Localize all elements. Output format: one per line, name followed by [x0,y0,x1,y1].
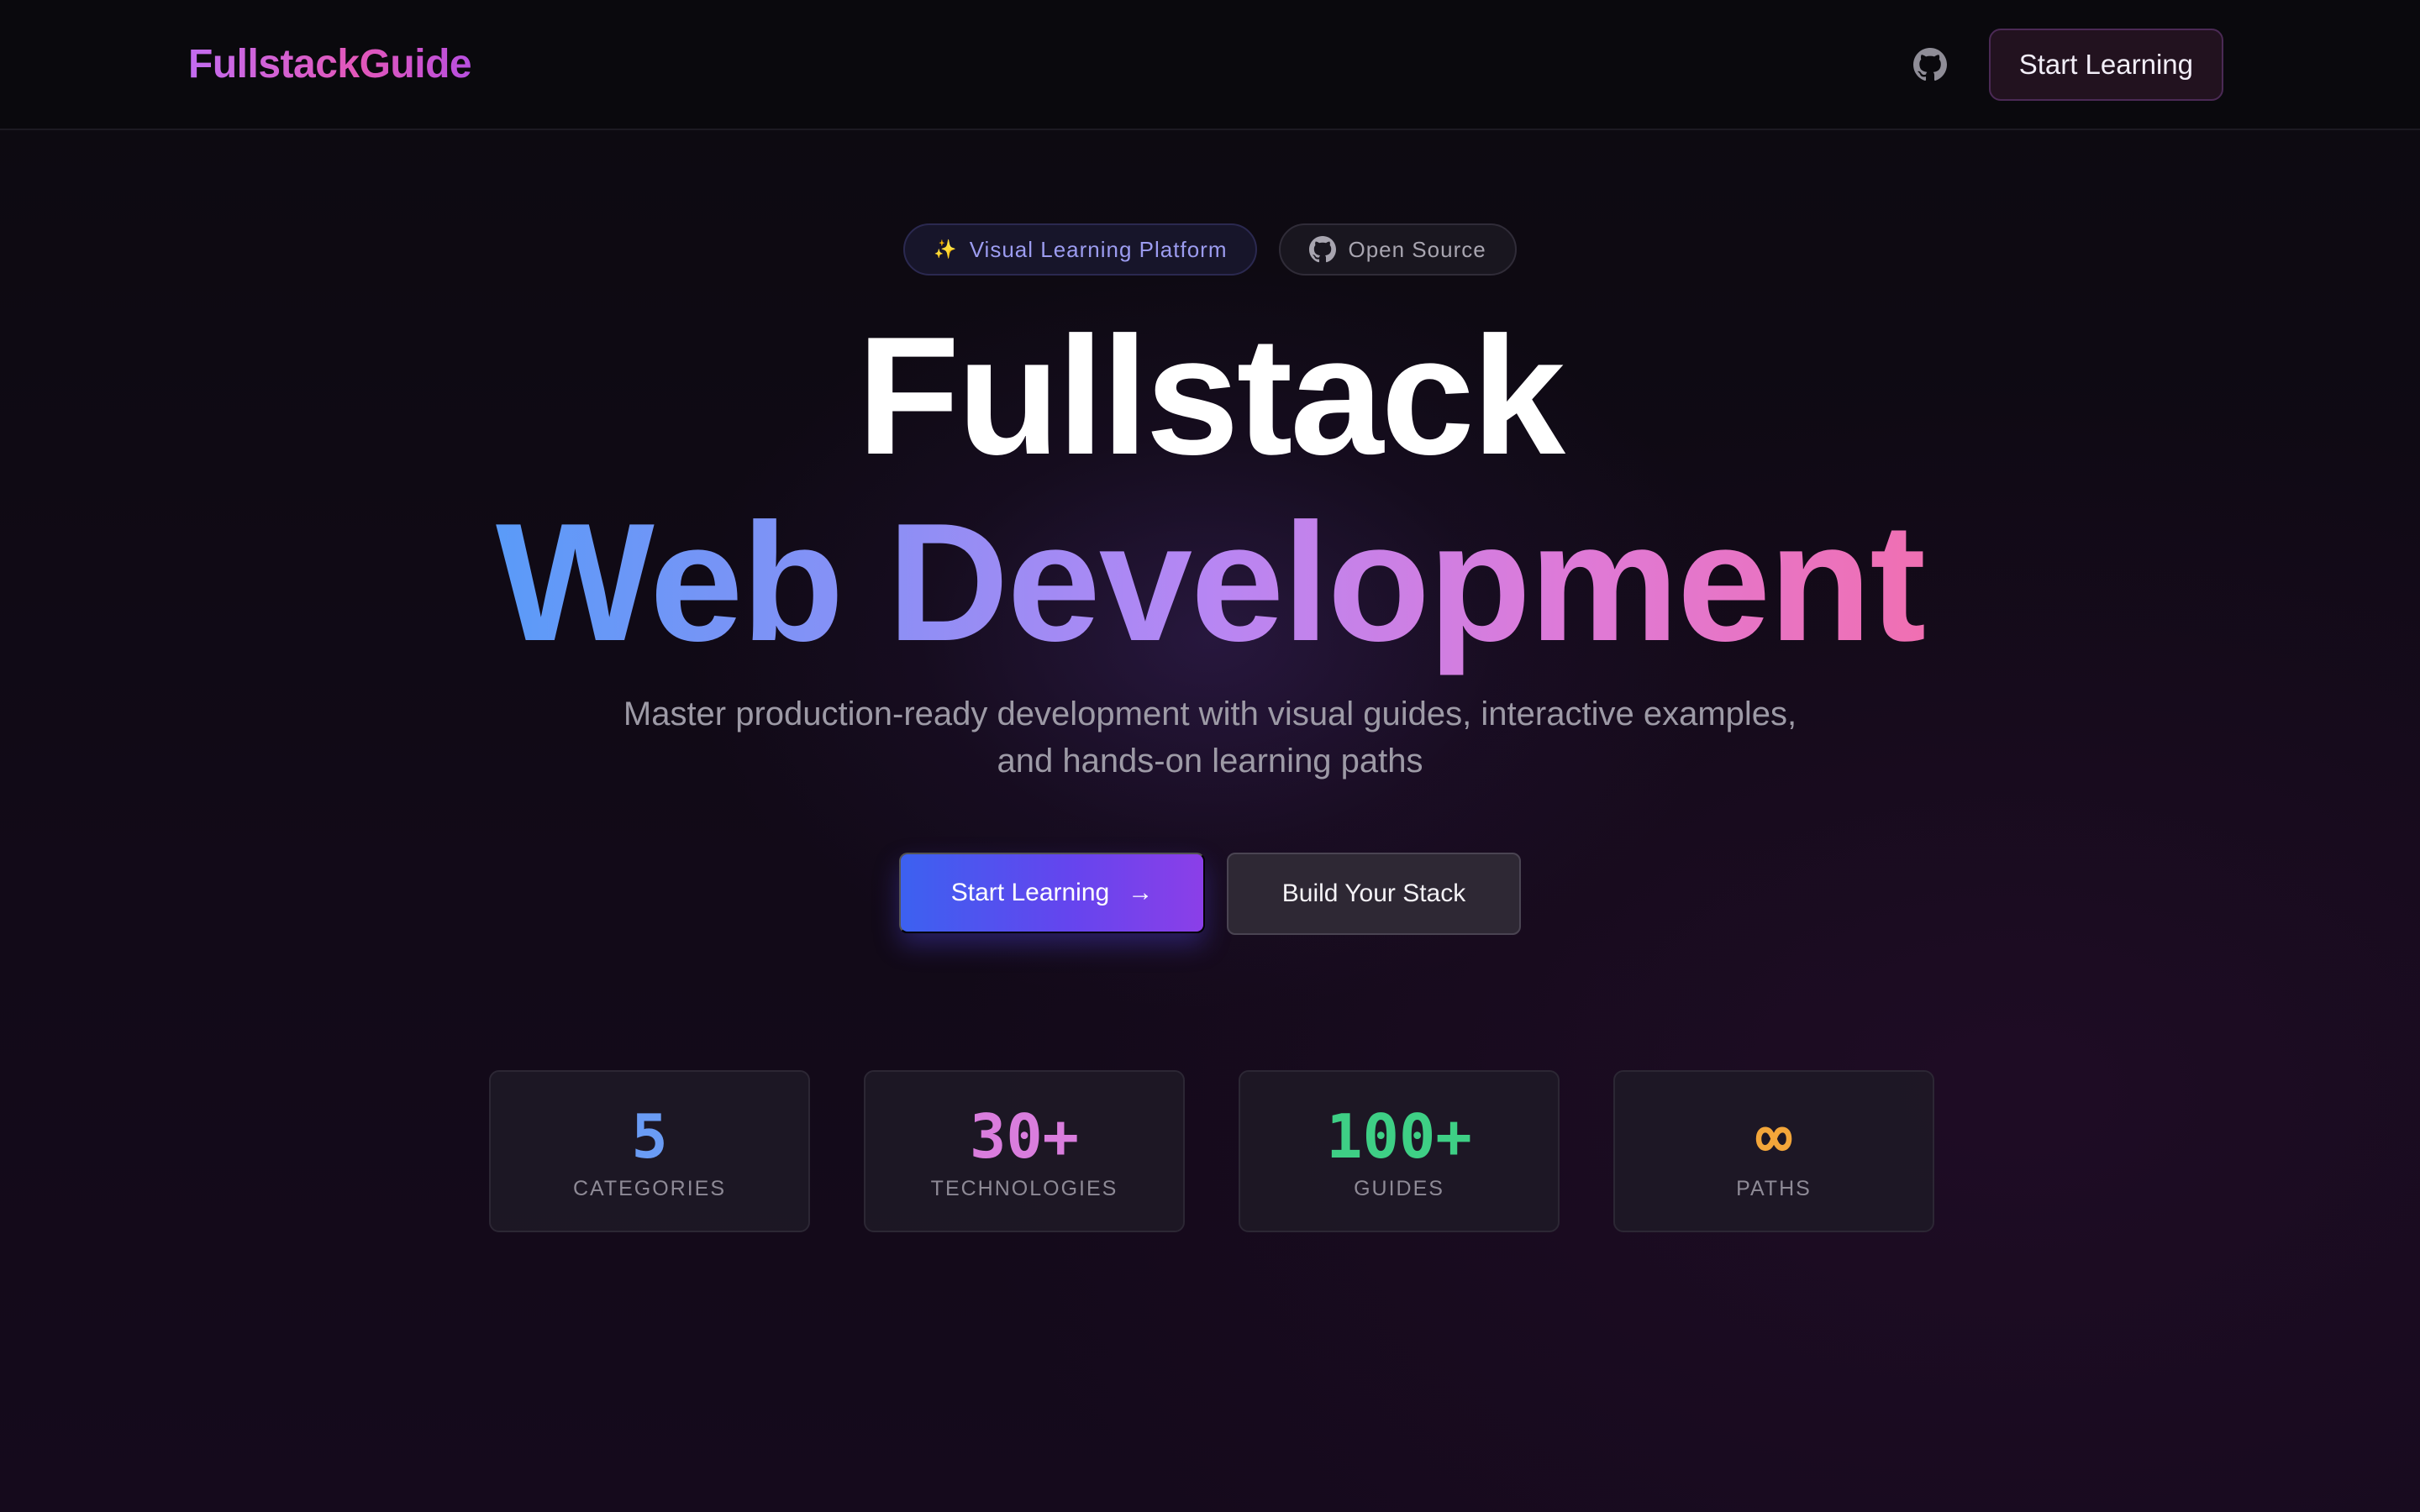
stat-value: 100+ [1326,1101,1472,1172]
nav-start-learning-button[interactable]: Start Learning [1988,28,2223,101]
badge-label: Visual Learning Platform [969,236,1228,262]
badge-visual-learning: ✨ Visual Learning Platform [903,223,1258,276]
hero-title-gradient-text: Web Development [496,489,1926,676]
hero-title-line2: Web Development [0,491,2420,675]
badge-label: Open Source [1348,236,1486,262]
build-your-stack-button[interactable]: Build Your Stack [1227,853,1521,935]
stat-label: PATHS [1736,1177,1812,1200]
stat-label: TECHNOLOGIES [930,1177,1118,1200]
arrow-right-icon: → [1128,879,1154,906]
badge-open-source[interactable]: Open Source [1279,223,1517,276]
sparkle-icon: ✨ [934,239,958,260]
hero-title-line1: Fullstack [857,302,1565,490]
stat-label: CATEGORIES [572,1177,727,1200]
brand-logo[interactable]: FullstackGuide [188,41,472,87]
top-navbar: FullstackGuide Start Learning [0,0,2420,130]
stat-card-paths: ∞ PATHS [1613,1070,1934,1232]
stat-card-guides: 100+ GUIDES [1239,1070,1560,1232]
github-icon[interactable] [1912,46,1949,83]
stat-card-categories: 5 CATEGORIES [489,1070,810,1232]
github-icon-svg [1912,47,1947,81]
stat-value: 5 [631,1101,668,1172]
stat-value: 30+ [969,1101,1080,1172]
hero-cta-row: Start Learning → Build Your Stack [0,853,2420,935]
landing-page: FullstackGuide Start Learning ✨ Visual L… [0,0,2420,1512]
nav-actions: Start Learning [1912,28,2223,101]
github-icon [1309,236,1337,263]
start-learning-label: Start Learning [950,879,1110,906]
stats-row: 5 CATEGORIES 30+ TECHNOLOGIES 100+ GUIDE… [489,1070,1934,1232]
stat-value: ∞ [1755,1101,1792,1172]
stat-label: GUIDES [1354,1177,1444,1200]
hero-badges: ✨ Visual Learning Platform Open Source [0,223,2420,276]
hero-subtitle: Master production-ready development with… [623,696,1797,780]
start-learning-button[interactable]: Start Learning → [899,853,1205,933]
stat-card-technologies: 30+ TECHNOLOGIES [864,1070,1185,1232]
